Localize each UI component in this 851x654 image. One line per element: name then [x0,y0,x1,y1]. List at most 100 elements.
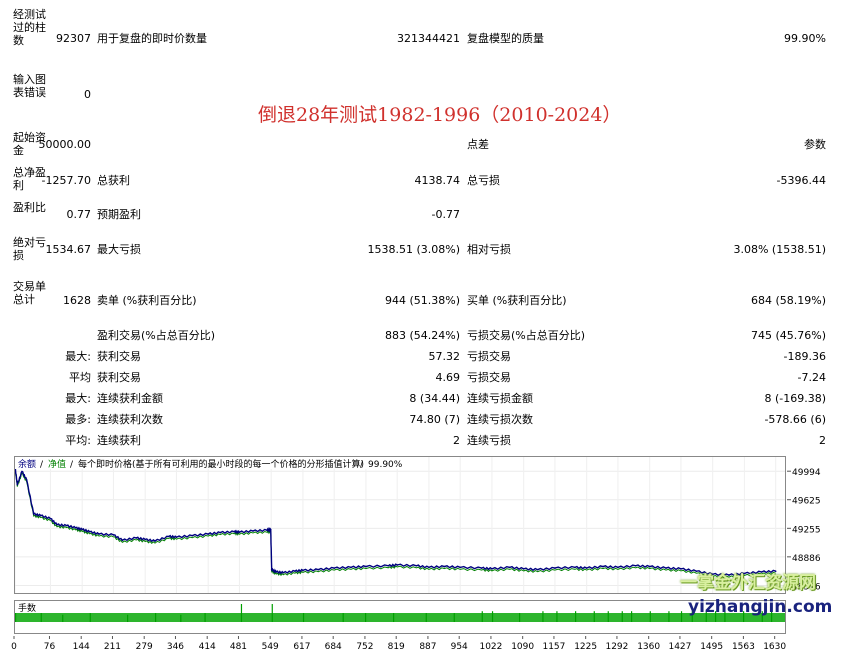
y-tick-label: 49255 [792,525,821,535]
volume-bar [519,613,521,622]
series-point [554,567,556,569]
volume-bar [62,614,64,622]
volume-bar [89,613,91,622]
volume-bar [542,611,544,622]
series-point [25,479,28,481]
largest-loss-label: 亏损交易 [467,350,511,363]
volume-bar [556,611,558,622]
x-tick-label: 346 [167,642,184,652]
legend-balance: 余额 [18,458,36,470]
volume-bar [393,613,395,622]
series-point [365,565,367,568]
series-point [480,567,483,569]
series-point [88,530,91,533]
legend-equity: 净值 [48,458,66,470]
series-line-equity-shadow [14,468,776,579]
x-tick-label: 0 [11,642,17,652]
max-consecutive-wins-label: 连续获利金额 [97,392,163,405]
spread-label: 点差 [467,138,489,151]
x-tick-label: 752 [356,642,373,652]
series-point [665,567,667,569]
maximal-drawdown-value: 1538.51 (3.08%) [367,243,460,256]
series-point [294,570,296,573]
x-tick-label: 76 [44,642,56,652]
legend-quality: 99.90% [368,460,403,470]
average-consecutive-wins-value: 2 [453,434,460,447]
series-point [175,536,178,539]
volume-bar [481,611,483,622]
expected-payoff-value: -0.77 [431,208,460,221]
largest-prefix: 最大: [65,350,91,363]
average-consecutive-losses-value: 2 [819,434,826,447]
x-tick-label: 684 [325,642,342,652]
volume-bar [240,604,243,622]
profit-factor-value: 0.77 [66,208,92,221]
ticks-modelled-value: 321344421 [397,32,460,45]
average-consecutive-losses-label: 连续亏损 [467,434,511,447]
series-point [415,565,418,567]
y-tick-label: 49994 [792,468,821,478]
series-point [233,530,236,533]
series-point [522,568,525,570]
series-point [428,566,430,569]
maximum-prefix: 最大: [65,392,91,405]
series-point [98,533,100,535]
bars-tested-label: 经测试过的柱数 [13,8,46,47]
max-consecutive-losses-label: 连续亏损金额 [467,392,533,405]
total-trades-value: 1628 [63,294,91,307]
volume-bar [491,611,494,622]
series-point [574,566,576,569]
watermark-url: yizhangjin.com [688,597,833,617]
x-tick-label: 1630 [763,642,786,652]
x-tick-label: 617 [293,642,310,652]
volume-bar [40,613,42,622]
average-prefix: 平均 [69,371,91,384]
largest-profit-value: 57.32 [428,350,461,363]
series-point [508,566,511,569]
modelling-quality-value: 99.90% [784,32,826,45]
volume-bar [593,611,595,622]
series-point [21,470,23,473]
x-tick-label: 1563 [732,642,755,652]
series-point [121,539,124,542]
series-point [459,566,462,569]
short-positions-label: 卖单 (%获利百分比) [97,294,197,307]
initial-deposit-value: 50000.00 [38,138,92,151]
net-profit-value: -1257.70 [41,174,91,187]
x-tick-label: 1495 [700,642,723,652]
average-loss-value: -7.24 [797,371,826,384]
gross-loss-value: -5396.44 [776,174,826,187]
volume-bar [631,611,633,622]
y-tick-label: 49625 [792,497,821,507]
x-tick-label: 279 [136,642,153,652]
average-consecutive-prefix: 平均: [65,434,91,447]
series-point [275,571,278,573]
series-point [219,531,222,534]
series-point [252,530,254,532]
loss-trades-value: 745 (45.76%) [750,329,826,342]
chart-grid [14,457,785,593]
x-tick-label: 954 [451,642,468,652]
x-tick-label: 1427 [668,642,691,652]
volume-bar [680,611,683,622]
volume-bar [155,613,157,622]
volume-bar [302,613,305,622]
series-point [74,527,77,529]
volume-bar [649,611,651,622]
average-profit-label: 获利交易 [97,371,141,384]
series-point [112,534,115,536]
absolute-drawdown-value: 1534.67 [45,243,92,256]
long-positions-label: 买单 (%获利百分比) [467,294,567,307]
volume-bar [204,613,206,622]
x-tick-label: 819 [388,642,405,652]
series-point [207,533,209,535]
balance-chart-svg: 余额 / 净值 / 每个即时价格(基于所有可利用的最小时段的每一个价格的分形插值… [14,457,785,593]
x-axis: 0 76 144 211 279 346 414 481 549 617 684 752 819 887 9… [11,636,786,652]
series-point [491,568,493,570]
maximal-drawdown-label: 最大亏损 [97,243,141,256]
max-consecutive-wins-value: 8 (34.44) [409,392,460,405]
volume-bar [425,613,427,622]
gross-profit-value: 4138.74 [414,174,461,187]
parameters-label: 参数 [804,138,826,151]
largest-profit-label: 获利交易 [97,350,141,363]
